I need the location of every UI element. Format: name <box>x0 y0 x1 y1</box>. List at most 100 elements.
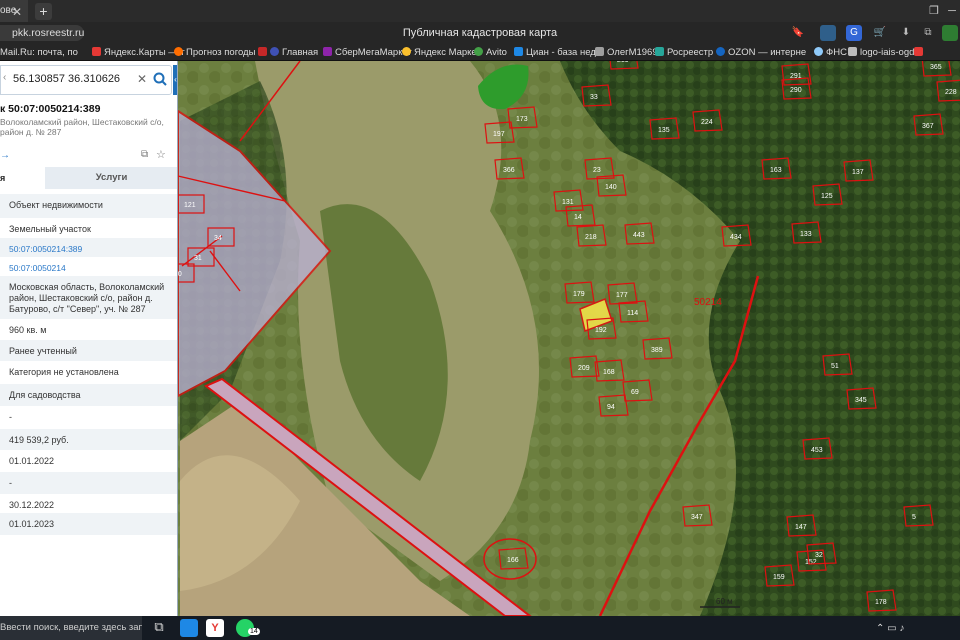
plot-label: 177 <box>616 292 628 299</box>
plot-label: 94 <box>607 404 615 411</box>
cart-icon[interactable]: 🛒 <box>872 25 888 41</box>
clear-icon[interactable]: ✕ <box>137 72 147 86</box>
tab-services[interactable]: Услуги <box>45 167 177 189</box>
image-icon <box>848 47 857 56</box>
plot-label: 125 <box>821 193 833 200</box>
search-icon[interactable] <box>152 71 168 89</box>
tab-info[interactable]: я <box>0 167 45 189</box>
bookmark-label: Прогноз погоды с <box>186 47 263 58</box>
bookmark-rosreestr[interactable]: Росреестр <box>655 44 713 60</box>
bookmark-label: СберМегаМаркет <box>335 47 412 58</box>
bookmark-sbermegamarket[interactable]: СберМегаМаркет <box>323 44 412 60</box>
star-icon[interactable]: ☆ <box>156 148 166 161</box>
plot-label: 147 <box>795 524 807 531</box>
attribute-row: 01.01.2023 <box>0 513 177 535</box>
plot-label: 33 <box>590 94 598 101</box>
plot-label: 114 <box>627 310 638 317</box>
attribute-row: 419 539,2 руб. <box>0 429 177 450</box>
rosreestr-icon <box>655 47 664 56</box>
attribute-link[interactable]: 50:07:0050214:389 <box>0 238 177 257</box>
task-view-icon[interactable]: ⧉ <box>150 619 168 637</box>
attribute-row: - <box>9 412 12 422</box>
plot-label: 135 <box>658 127 670 134</box>
bookmark-olegm[interactable]: ОлегМ1969 <box>595 44 658 60</box>
coordinate-search-box[interactable]: ‹ 56.130857 36.310626 ✕ <box>0 65 172 95</box>
minimize-window-icon[interactable]: ─ <box>944 3 960 19</box>
plot-label: 192 <box>595 327 607 334</box>
plot-label: 209 <box>578 365 590 372</box>
url-field[interactable]: pkk.rosreestr.ru <box>0 25 84 41</box>
plot-label: 178 <box>875 599 887 606</box>
plot-label: 121 <box>184 202 196 209</box>
bookmark-icon[interactable]: 🔖 <box>790 25 806 41</box>
fns-icon <box>814 47 823 56</box>
plot-label: 152 <box>805 559 817 566</box>
extension-icon[interactable] <box>820 25 836 41</box>
plot-label: 179 <box>573 291 585 298</box>
restore-window-icon[interactable]: ❐ <box>926 3 942 19</box>
plot-label: 159 <box>773 574 785 581</box>
bookmark-avito[interactable]: Avito <box>474 44 507 60</box>
attribute-link[interactable]: 50:07:0050214 <box>0 257 177 276</box>
new-tab-button[interactable]: + <box>35 3 52 20</box>
navigate-arrow-icon[interactable]: → <box>0 150 10 161</box>
mail-app-icon[interactable] <box>180 619 198 637</box>
bookmark-label: Яндекс.Карты — т <box>104 47 185 58</box>
bookmark-yandex-maps[interactable]: Яндекс.Карты — т <box>92 44 185 60</box>
plot-label: 218 <box>585 234 597 241</box>
profile-icon[interactable] <box>942 25 958 41</box>
more-bookmark-icon <box>914 47 923 56</box>
bookmark-yandex-market[interactable]: Яндекс Маркет <box>402 44 481 60</box>
bookmark-weather[interactable]: Прогноз погоды с <box>174 44 263 60</box>
download-icon[interactable]: ⬇ <box>898 25 914 41</box>
address-row: pkk.rosreestr.ru Публичная кадастровая к… <box>0 22 960 44</box>
plot-label: 347 <box>691 514 703 521</box>
bookmark-fns[interactable]: ФНС <box>814 44 847 60</box>
bookmark-label: logo-iais-ogd <box>860 47 915 58</box>
translate-icon[interactable]: G <box>846 25 862 41</box>
avito-icon <box>474 47 483 56</box>
plot-label: 140 <box>605 184 617 191</box>
yandex-maps-icon <box>92 47 101 56</box>
bookmark-logo-iais[interactable]: logo-iais-ogd <box>848 44 915 60</box>
plot-label: 168 <box>603 369 615 376</box>
plot-label: 5 <box>912 514 916 521</box>
bookmark-label: Циан - база недв <box>526 47 601 58</box>
yandex-browser-icon[interactable]: Y <box>206 619 224 637</box>
bookmarks-bar: Mail.Ru: почта, по Яндекс.Карты — т Прог… <box>0 44 960 61</box>
extension-puzzle-icon[interactable]: ⧉ <box>920 25 936 41</box>
plot-label: 228 <box>945 89 957 96</box>
tab-close-icon[interactable]: ✕ <box>10 5 24 19</box>
bookmark-more[interactable] <box>914 44 926 60</box>
plot-label: 23 <box>593 167 601 174</box>
bookmark-ozon[interactable]: OZON — интерне <box>716 44 806 60</box>
attribute-row: Категория не установлена <box>9 367 119 377</box>
object-address-short: Волоколамский район, Шестаковский с/о, р… <box>0 117 164 137</box>
attribute-row: Для садоводства <box>0 384 177 406</box>
plot-label: 389 <box>651 347 663 354</box>
coordinate-input[interactable]: 56.130857 36.310626 <box>13 73 120 85</box>
page-icon <box>595 47 604 56</box>
plot-label: 51 <box>831 363 839 370</box>
windows-taskbar: Ввести поиск, введите здесь запрос ⧉ Y 1… <box>0 616 960 640</box>
plot-label: 166 <box>507 557 519 564</box>
attribute-row: Объект недвижимости <box>0 194 177 218</box>
tab-strip: ове ✕ + ❐ ─ <box>0 0 960 22</box>
plot-label: 367 <box>922 123 934 130</box>
collapse-panel-button[interactable]: ‹ <box>173 65 177 95</box>
plot-label: 69 <box>631 389 639 396</box>
plot-label: 224 <box>701 119 713 126</box>
taskbar-search-field[interactable]: Ввести поиск, введите здесь запрос <box>0 616 142 640</box>
home-site-icon <box>258 47 267 56</box>
attribute-row: - <box>0 472 177 494</box>
bookmark-cian[interactable]: Циан - база недв <box>514 44 601 60</box>
info-panel: ‹ 56.130857 36.310626 ✕ ‹ к 50:07:005021… <box>0 61 178 616</box>
plot-label: 365 <box>930 64 942 71</box>
print-icon[interactable]: ⧉ <box>141 149 148 160</box>
weather-icon <box>174 47 183 56</box>
plot-label: 32 <box>815 552 823 559</box>
plot-label: 453 <box>811 447 823 454</box>
bookmark-mailru[interactable]: Mail.Ru: почта, по <box>0 44 78 60</box>
system-tray-icons[interactable]: ⌃ ▭ ♪ <box>876 623 904 634</box>
bookmark-home[interactable]: Главная <box>258 44 318 60</box>
